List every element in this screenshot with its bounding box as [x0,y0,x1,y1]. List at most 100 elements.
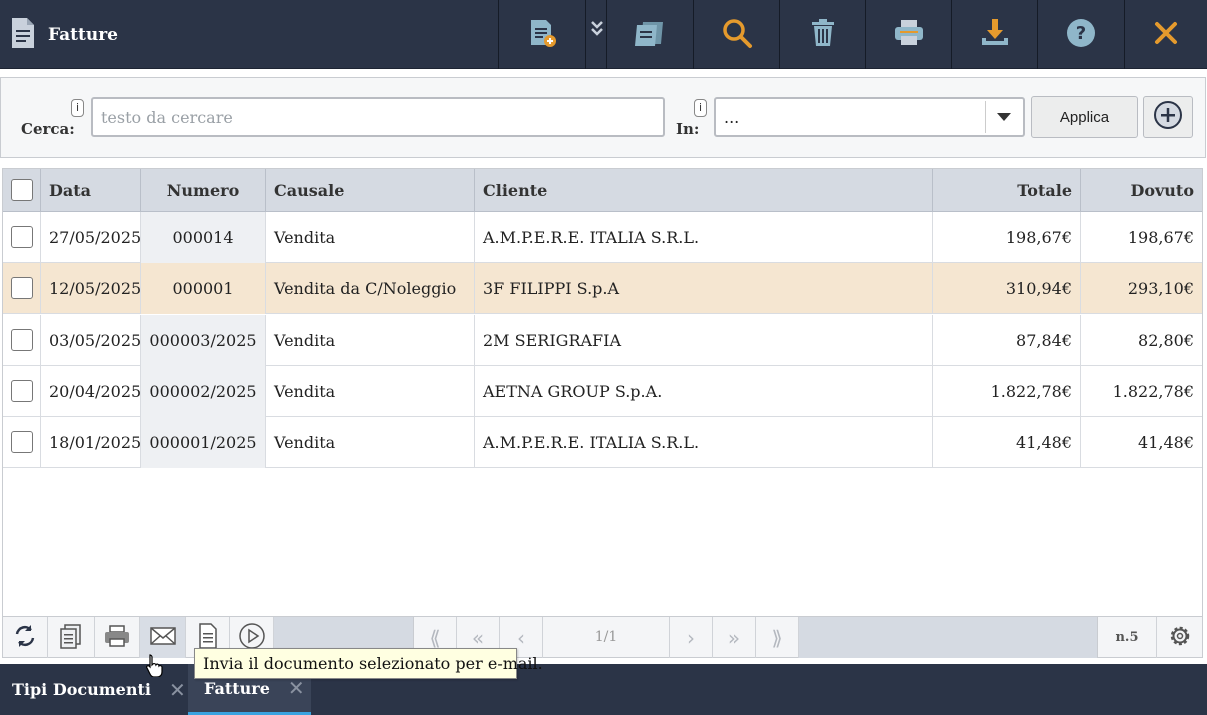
row-select-cell [3,417,41,469]
cell-data: 27/05/2025 [41,212,141,263]
row-select-cell [3,365,41,417]
record-count: n.5 [1098,617,1157,658]
cell-data: 18/01/2025 [41,417,141,469]
header-select-cell [3,169,41,212]
row-checkbox[interactable] [11,328,33,351]
settings-button[interactable] [1157,617,1202,658]
row-checkbox[interactable] [11,226,33,248]
search-label: Cerca: [21,120,75,138]
email-tooltip: Invia il documento selezionato per e-mai… [194,648,543,679]
fast-next-button[interactable]: » [713,617,756,658]
cell-dovuto: 82,80€ [1138,330,1194,350]
app-header: Fatture ? [0,0,1207,69]
copy-button[interactable] [48,617,95,658]
row-checkbox[interactable] [11,379,33,402]
new-document-button[interactable] [498,0,585,69]
email-button[interactable] [140,617,186,658]
search-icon [720,16,754,54]
in-info-badge[interactable]: i [694,99,707,117]
cell-totale: 1.822,78€ [933,365,1081,417]
cell-totale: 41,48€ [933,417,1081,469]
expand-toolbar-button[interactable] [585,0,607,69]
cell-data: 20/04/2025 [41,365,141,417]
hand-cursor-icon [145,653,163,678]
close-tab-icon[interactable]: ✕ [288,676,305,700]
svg-text:?: ? [1076,23,1086,44]
invoices-grid: Data Numero Causale Cliente Totale Dovut… [2,168,1203,658]
cell-totale: 310,94€ [933,263,1081,315]
gear-icon [1166,622,1194,654]
help-icon: ? [1064,16,1098,54]
cell-numero: 000001/2025 [141,417,266,469]
close-icon [1149,16,1183,54]
next-page-button[interactable]: › [670,617,713,658]
tab-label: Fatture [204,678,270,698]
close-button[interactable] [1124,0,1207,69]
page-indicator: 1/1 [543,617,670,658]
cell-causale: Vendita da C/Noleggio [266,263,475,315]
search-bar: i Cerca: i In: ... Applica [0,77,1206,158]
document-icon [10,17,36,53]
row-select-cell [3,212,41,263]
column-header-totale[interactable]: Totale [933,169,1081,212]
refresh-button[interactable] [3,617,48,658]
search-button[interactable] [693,0,780,69]
page-title: Fatture [48,24,118,45]
search-input[interactable] [91,97,665,137]
duplicate-documents-icon [633,16,667,54]
column-header-cliente[interactable]: Cliente [475,169,933,212]
cell-numero: 000002/2025 [141,365,266,417]
in-label: In: [676,120,700,138]
header-title-area: Fatture [0,0,118,69]
add-filter-button[interactable] [1143,96,1193,138]
table-row[interactable]: 03/05/2025 000003/2025 Vendita 2M SERIGRAFI… [3,314,1202,366]
search-field-select[interactable]: ... [714,97,1025,137]
download-icon [978,16,1012,54]
cell-dovuto: 198,67€ [1127,228,1194,247]
cell-causale: Vendita [266,314,475,366]
search-field-value: ... [724,108,740,127]
new-document-icon [525,16,559,54]
envelope-icon [149,622,177,654]
cell-data: 03/05/2025 [41,314,141,366]
table-row[interactable]: 20/04/2025 000002/2025 Vendita AETNA GROUP … [3,365,1202,417]
document-tabs: Tipi Documenti ✕ Fatture ✕ [0,664,1207,715]
cell-totale: 87,84€ [933,314,1081,366]
dropdown-arrow-icon[interactable] [985,101,1021,133]
tab-label: Tipi Documenti [12,680,151,699]
row-checkbox[interactable] [11,277,33,300]
column-header-dovuto[interactable]: Dovuto [1081,169,1202,212]
select-all-checkbox[interactable] [11,179,33,201]
table-row[interactable]: 18/01/2025 000001/2025 Vendita A.M.P.E.R.E.… [3,417,1202,469]
apply-button[interactable]: Applica [1031,96,1138,138]
help-button[interactable]: ? [1037,0,1124,69]
cell-cliente: 2M SERIGRAFIA [475,314,933,366]
pager-spacer-right [799,617,1098,658]
row-checkbox[interactable] [11,431,33,454]
expand-chevrons-icon [589,16,605,54]
cell-causale: Vendita [266,365,475,417]
column-header-causale[interactable]: Causale [266,169,475,212]
table-row[interactable]: 12/05/2025 000001 Vendita da C/Noleggio 3F … [3,263,1202,315]
cell-totale: 198,67€ [933,212,1081,263]
print-list-button[interactable] [95,617,140,658]
table-row[interactable]: 27/05/2025 000014 Vendita A.M.P.E.R.E. ITAL… [3,212,1202,263]
cell-dovuto: 1.822,78€ [1112,381,1194,401]
column-header-data[interactable]: Data [41,169,141,212]
cell-cliente: A.M.P.E.R.E. ITALIA S.R.L. [475,417,933,469]
column-header-numero[interactable]: Numero [141,169,266,212]
search-info-badge[interactable]: i [71,99,84,117]
delete-button[interactable] [779,0,866,69]
close-tab-icon[interactable]: ✕ [169,678,186,702]
cell-numero: 000014 [141,212,266,263]
cell-causale: Vendita [266,417,475,469]
row-select-cell [3,314,41,366]
print-icon [892,16,926,54]
duplicate-button[interactable] [606,0,693,69]
last-page-button[interactable]: ⟫ [756,617,799,658]
print-button[interactable] [865,0,952,69]
download-button[interactable] [951,0,1038,69]
cell-dovuto: 293,10€ [1127,279,1194,299]
grid-footer-toolbar: ⟪ « ‹ 1/1 › » ⟫ n.5 [3,616,1202,658]
row-select-cell [3,263,41,315]
